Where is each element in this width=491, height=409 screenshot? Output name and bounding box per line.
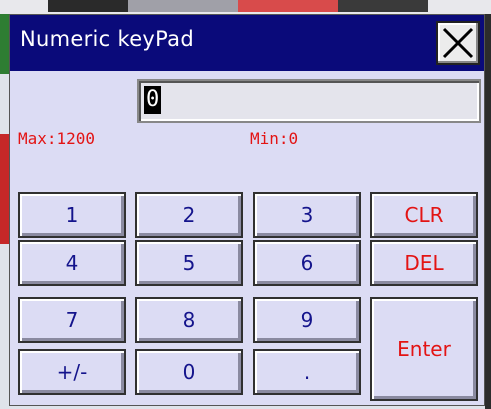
background-hmi-segment	[338, 0, 428, 12]
background-hmi-segment	[238, 0, 338, 12]
key-9[interactable]: 9	[253, 297, 361, 343]
key-3[interactable]: 3	[253, 192, 361, 238]
key-2[interactable]: 2	[135, 192, 243, 238]
dialog-title: Numeric keyPad	[20, 27, 194, 51]
enter-button[interactable]: Enter	[370, 297, 478, 401]
background-hmi-right-edge	[485, 14, 491, 409]
key-6[interactable]: 6	[253, 240, 361, 286]
key-5[interactable]: 5	[135, 240, 243, 286]
max-limit-label: Max:1200	[18, 129, 96, 148]
background-hmi-segment	[128, 0, 238, 12]
key-7[interactable]: 7	[18, 297, 126, 343]
display-value: 0	[144, 86, 162, 114]
close-button[interactable]	[436, 21, 480, 65]
delete-button[interactable]: DEL	[370, 240, 478, 286]
key-4[interactable]: 4	[18, 240, 126, 286]
key-1[interactable]: 1	[18, 192, 126, 238]
background-hmi-segment	[48, 0, 128, 12]
clear-button[interactable]: CLR	[370, 192, 478, 238]
value-display[interactable]: 0	[137, 79, 481, 123]
key-8[interactable]: 8	[135, 297, 243, 343]
min-limit-label: Min:0	[250, 129, 299, 148]
decimal-point-button[interactable]: .	[253, 349, 361, 395]
key-0[interactable]: 0	[135, 349, 243, 395]
close-icon	[442, 27, 474, 59]
numeric-keypad-dialog: Numeric keyPad 0 Max:1200 Min:0 1 2 3 CL…	[9, 14, 485, 406]
sign-toggle-button[interactable]: +/-	[18, 349, 126, 395]
title-bar: Numeric keyPad	[10, 15, 484, 71]
